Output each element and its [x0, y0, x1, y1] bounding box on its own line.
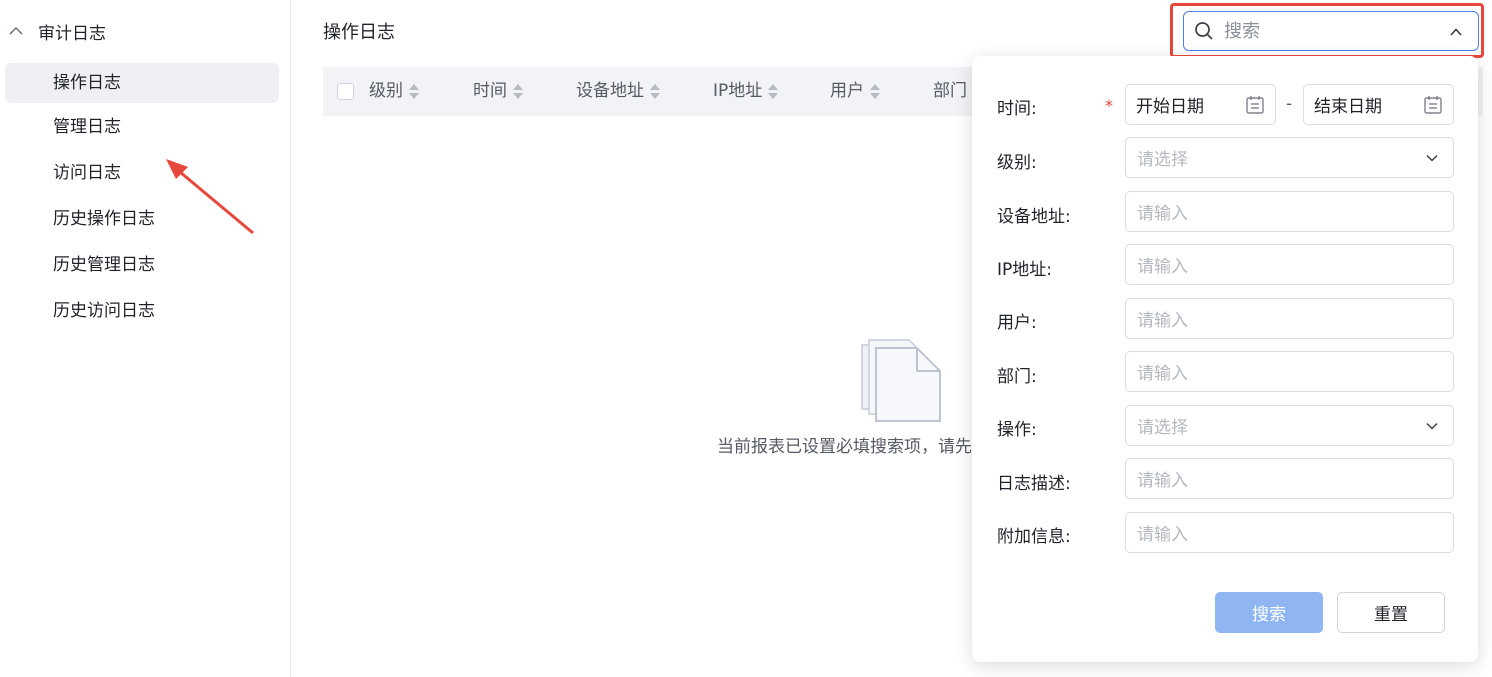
page-title: 操作日志 [323, 22, 395, 43]
end-date-picker[interactable]: 结束日期 [1303, 84, 1454, 125]
log-description-input[interactable]: 请输入 [1125, 458, 1454, 499]
column-header-device-address[interactable]: 设备地址 [576, 67, 660, 116]
column-header-department[interactable]: 部门 [933, 67, 967, 116]
chevron-up-icon [9, 26, 23, 35]
extra-info-label: 附加信息: [997, 527, 1071, 547]
sidebar: 审计日志 操作日志 管理日志 访问日志 历史操作日志 历史管理日志 历史访问日志 [0, 0, 291, 677]
user-input[interactable]: 请输入 [1125, 298, 1454, 339]
start-date-picker[interactable]: 开始日期 [1125, 84, 1276, 125]
sort-icon[interactable] [870, 84, 880, 99]
user-label: 用户: [997, 313, 1037, 333]
sidebar-group-label: 审计日志 [38, 23, 106, 44]
device-address-input[interactable]: 请输入 [1125, 191, 1454, 232]
sidebar-group-audit-log[interactable]: 审计日志 [8, 18, 106, 44]
level-select[interactable]: 请选择 [1125, 137, 1454, 178]
operation-select[interactable]: 请选择 [1125, 405, 1454, 446]
required-mark: * [1105, 96, 1113, 115]
department-label: 部门: [997, 367, 1037, 387]
calendar-icon [1424, 96, 1442, 114]
department-input[interactable]: 请输入 [1125, 351, 1454, 392]
sort-icon[interactable] [650, 84, 660, 99]
time-label: 时间: [997, 99, 1037, 119]
device-address-label: 设备地址: [997, 207, 1071, 227]
search-box[interactable] [1183, 11, 1479, 51]
empty-state-text: 当前报表已设置必填搜索项，请先 [717, 437, 972, 457]
column-header-time[interactable]: 时间 [473, 67, 523, 116]
annotation-arrow-icon [166, 159, 254, 235]
operation-label: 操作: [997, 420, 1037, 440]
search-icon [1195, 22, 1213, 40]
chevron-down-icon [1426, 422, 1438, 430]
ip-address-label: IP地址: [997, 260, 1052, 280]
sidebar-item-history-access-log[interactable]: 历史访问日志 [5, 291, 279, 331]
sort-icon[interactable] [768, 84, 779, 99]
column-header-level[interactable]: 级别 [369, 67, 419, 116]
calendar-icon [1246, 96, 1264, 114]
search-button[interactable]: 搜索 [1215, 592, 1323, 633]
chevron-down-icon [1426, 154, 1438, 162]
reset-button[interactable]: 重置 [1337, 592, 1445, 633]
search-filter-panel: 时间: * 开始日期 - 结束日期 级别: 请选择 设备地址: 请输入 IP地址… [972, 56, 1478, 662]
sidebar-item-history-management-log[interactable]: 历史管理日志 [5, 245, 279, 285]
sidebar-item-management-log[interactable]: 管理日志 [5, 107, 279, 147]
column-header-user[interactable]: 用户 [830, 67, 880, 116]
date-separator: - [1286, 94, 1293, 114]
level-label: 级别: [997, 153, 1037, 173]
sort-icon[interactable] [513, 84, 523, 99]
column-header-ip-address[interactable]: IP地址 [713, 67, 779, 116]
search-input[interactable] [1222, 19, 1436, 43]
sidebar-item-operation-log[interactable]: 操作日志 [5, 63, 279, 103]
empty-documents-icon [861, 339, 941, 422]
log-description-label: 日志描述: [997, 474, 1071, 494]
select-all-checkbox[interactable] [337, 83, 354, 100]
extra-info-input[interactable]: 请输入 [1125, 512, 1454, 553]
ip-address-input[interactable]: 请输入 [1125, 244, 1454, 285]
sort-icon[interactable] [409, 84, 419, 99]
chevron-up-icon[interactable] [1448, 24, 1464, 40]
